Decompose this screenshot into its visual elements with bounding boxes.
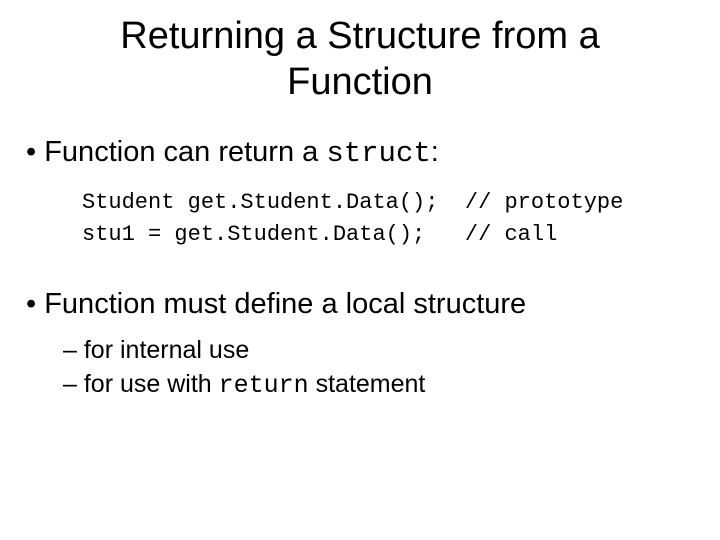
code-line-1a: Student get.Student.Data();	[82, 190, 438, 215]
bullet-text-2: Function must define a local structure	[44, 288, 526, 320]
slide-title: Returning a Structure from a Function	[0, 0, 720, 105]
sub-text-1: for internal use	[84, 336, 249, 364]
code-line-1b: // prototype	[465, 190, 623, 215]
code-example: Student get.Student.Data(); // prototype…	[0, 187, 720, 251]
sub-bullet-internal: for internal use	[0, 334, 720, 368]
sub-bullet-return: for use with return statement	[0, 368, 720, 403]
bullet-post: :	[431, 136, 439, 168]
code-line-2a: stu1 = get.Student.Data();	[82, 222, 425, 247]
code-line-2b: // call	[465, 222, 557, 247]
bullet-struct-return: Function can return a struct:	[0, 133, 720, 173]
bullet-text: Function can return a	[44, 136, 326, 168]
bullet-code: struct	[326, 137, 430, 170]
bullet-local-struct: Function must define a local structure	[0, 285, 720, 324]
sub-text-2-post: statement	[309, 370, 426, 398]
title-line-1: Returning a Structure from a	[120, 15, 599, 57]
slide-body: Function can return a struct: Student ge…	[0, 133, 720, 403]
sub-text-2-pre: for use with	[84, 370, 219, 398]
sub-text-2-code: return	[219, 371, 309, 400]
title-line-2: Function	[287, 61, 433, 103]
